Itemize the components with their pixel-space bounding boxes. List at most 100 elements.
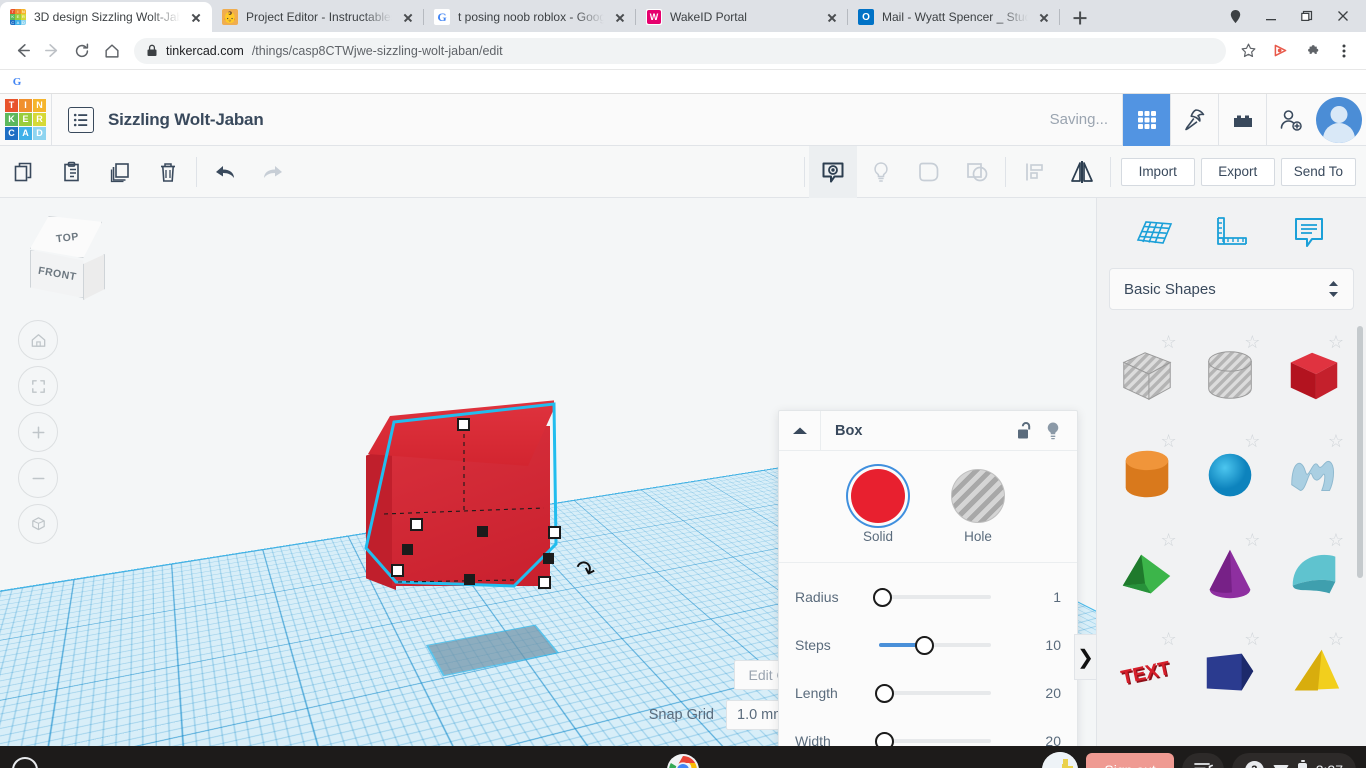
browser-tab-1[interactable]: TIN KER CAD 3D design Sizzling Wolt-Jaba… xyxy=(0,2,212,32)
paste-button[interactable] xyxy=(48,146,96,198)
project-menu-icon[interactable] xyxy=(68,107,94,133)
box-hole-shape[interactable]: ☆ xyxy=(1105,326,1189,425)
close-icon[interactable] xyxy=(188,9,204,25)
cylinder-hole-shape[interactable]: ☆ xyxy=(1189,326,1273,425)
sphere-shape[interactable]: ☆ xyxy=(1189,425,1273,524)
avatar[interactable] xyxy=(1316,97,1362,143)
bookmark-item[interactable]: G xyxy=(10,75,24,89)
send-to-button[interactable]: Send To xyxy=(1281,158,1356,186)
slider-value[interactable]: 10 xyxy=(1009,637,1061,653)
menu-dots-icon[interactable] xyxy=(1330,37,1358,65)
close-icon[interactable] xyxy=(400,9,416,25)
midpoint-handle-bottom[interactable] xyxy=(464,574,475,585)
hole-mode-option[interactable]: Hole xyxy=(951,469,1005,544)
zoom-out-button[interactable] xyxy=(18,458,58,498)
3d-viewport[interactable]: Workpl ↷ TOP xyxy=(0,198,1096,746)
solid-mode-option[interactable]: Solid xyxy=(851,469,905,544)
slider-knob[interactable] xyxy=(873,588,892,607)
export-button[interactable]: Export xyxy=(1201,158,1275,186)
media-playlist-icon[interactable] xyxy=(1182,753,1224,768)
blocks-brick-icon[interactable] xyxy=(1218,94,1266,146)
mirror-button[interactable] xyxy=(1058,146,1106,198)
pyramid-shape[interactable]: ☆ xyxy=(1272,623,1356,722)
lightbulb-icon[interactable] xyxy=(1045,421,1061,441)
notes-tool[interactable] xyxy=(1281,208,1337,258)
slider-knob[interactable] xyxy=(875,684,894,703)
slider-track[interactable] xyxy=(873,731,1009,746)
hole-pattern-swatch[interactable] xyxy=(951,469,1005,523)
box-shape[interactable]: ☆ xyxy=(1272,326,1356,425)
puzzle-icon[interactable] xyxy=(1298,37,1326,65)
ortho-toggle-button[interactable] xyxy=(18,504,58,544)
text-shape[interactable]: ☆ TEXT TEXT xyxy=(1105,623,1189,722)
slider-track[interactable] xyxy=(873,635,1009,655)
close-icon[interactable] xyxy=(612,9,628,25)
minimize-window-button[interactable] xyxy=(1254,0,1288,32)
corner-handle-left[interactable] xyxy=(402,544,413,555)
fit-view-button[interactable] xyxy=(18,366,58,406)
reload-button[interactable] xyxy=(68,37,96,65)
duplicate-button[interactable] xyxy=(96,146,144,198)
slider-track[interactable] xyxy=(873,587,1009,607)
solid-color-swatch[interactable] xyxy=(851,469,905,523)
browser-tab-4[interactable]: W WakeID Portal xyxy=(636,2,848,32)
round-roof-shape[interactable]: ☆ xyxy=(1272,524,1356,623)
browser-tab-5[interactable]: O Mail - Wyatt Spencer _ Student xyxy=(848,2,1060,32)
pentagon-shape[interactable]: ☆ xyxy=(1189,623,1273,722)
home-button[interactable] xyxy=(98,37,126,65)
back-button[interactable] xyxy=(8,37,36,65)
cylinder-shape[interactable]: ☆ xyxy=(1105,425,1189,524)
resize-handle-left[interactable] xyxy=(410,518,423,531)
browser-tab-3[interactable]: G t posing noob roblox - Google xyxy=(424,2,636,32)
slider-knob[interactable] xyxy=(915,636,934,655)
resize-handle-bottom-right[interactable] xyxy=(538,576,551,589)
trash-icon[interactable] xyxy=(144,146,192,198)
star-icon[interactable] xyxy=(1234,37,1262,65)
cone-shape[interactable]: ☆ xyxy=(1189,524,1273,623)
slider-track[interactable] xyxy=(873,683,1009,703)
incognito-pin-icon[interactable] xyxy=(1218,0,1252,32)
forward-button[interactable] xyxy=(38,37,66,65)
slider-value[interactable]: 1 xyxy=(1009,589,1061,605)
close-icon[interactable] xyxy=(1036,9,1052,25)
light-button[interactable] xyxy=(857,146,905,198)
sidebar-scrollbar[interactable] xyxy=(1357,326,1363,578)
close-window-button[interactable] xyxy=(1326,0,1360,32)
invite-person-icon[interactable] xyxy=(1266,94,1314,146)
undo-arrow-icon[interactable] xyxy=(201,146,249,198)
corner-handle-right[interactable] xyxy=(543,553,554,564)
shape-category-select[interactable]: Basic Shapes xyxy=(1109,268,1354,310)
home-view-button[interactable] xyxy=(18,320,58,360)
resize-handle-top[interactable] xyxy=(457,418,470,431)
roblox-avatar[interactable] xyxy=(1042,752,1078,768)
align-button[interactable] xyxy=(1010,146,1058,198)
copy-button[interactable] xyxy=(0,146,48,198)
system-status-tray[interactable]: 2 2:27 xyxy=(1232,753,1356,768)
new-tab-button[interactable] xyxy=(1066,4,1094,32)
resize-handle-right[interactable] xyxy=(548,526,561,539)
address-bar[interactable]: tinkercad.com/things/casp8CTWjwe-sizzlin… xyxy=(134,38,1226,64)
sign-out-button[interactable]: Sign out xyxy=(1086,753,1173,768)
view-cube-right-face[interactable] xyxy=(83,254,105,300)
tinkercad-logo[interactable]: TIN KER CAD xyxy=(0,94,52,146)
ruler-tool[interactable] xyxy=(1203,208,1259,258)
notes-button[interactable] xyxy=(809,146,857,198)
import-button[interactable]: Import xyxy=(1121,158,1195,186)
codeblocks-pickaxe-icon[interactable] xyxy=(1170,94,1218,146)
ungroup-button[interactable] xyxy=(953,146,1001,198)
zoom-in-button[interactable] xyxy=(18,412,58,452)
redo-arrow-icon[interactable] xyxy=(249,146,297,198)
scribble-shape[interactable]: ☆ xyxy=(1272,425,1356,524)
close-icon[interactable] xyxy=(824,9,840,25)
grid-apps-icon[interactable] xyxy=(1122,94,1170,146)
view-cube[interactable]: TOP FRONT xyxy=(14,212,106,304)
maximize-window-button[interactable] xyxy=(1290,0,1324,32)
extension-cast-icon[interactable] xyxy=(1266,37,1294,65)
center-handle[interactable] xyxy=(477,526,488,537)
roof-shape[interactable]: ☆ xyxy=(1105,524,1189,623)
slider-knob[interactable] xyxy=(875,732,894,747)
browser-tab-2[interactable]: 👶 Project Editor - Instructables xyxy=(212,2,424,32)
workplane-tool[interactable] xyxy=(1126,208,1182,258)
slider-value[interactable]: 20 xyxy=(1009,685,1061,701)
unlocked-padlock-icon[interactable] xyxy=(1016,421,1033,441)
